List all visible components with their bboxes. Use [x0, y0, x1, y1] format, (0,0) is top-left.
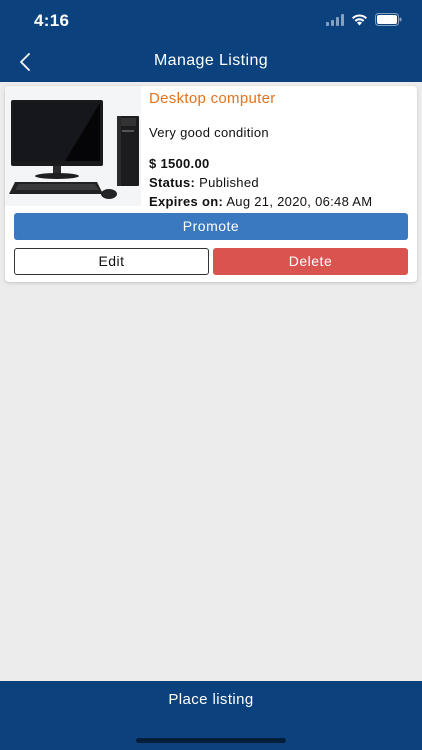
- place-listing-button[interactable]: Place listing: [0, 681, 422, 721]
- home-indicator: [136, 738, 286, 743]
- listing-price: $ 1500.00: [149, 156, 210, 171]
- listing-card: Desktop computer Very good condition $ 1…: [5, 86, 417, 282]
- listing-description: Very good condition: [149, 125, 269, 140]
- status-icons: [326, 13, 402, 26]
- status-label: Status:: [149, 175, 196, 190]
- listing-title[interactable]: Desktop computer: [149, 90, 411, 107]
- delete-button[interactable]: Delete: [213, 248, 408, 275]
- status-time: 4:16: [34, 11, 70, 30]
- wifi-icon: [352, 13, 367, 25]
- listing-info: Desktop computer Very good condition $ 1…: [149, 90, 411, 209]
- listing-image[interactable]: [5, 86, 141, 206]
- page-title: Manage Listing: [153, 52, 269, 69]
- bottom-bar: Place listing: [0, 681, 422, 750]
- desktop-computer-image: [5, 86, 141, 206]
- status-bar: 4:16: [0, 0, 422, 40]
- expires-value: Aug 21, 2020, 06:48 AM: [226, 194, 373, 209]
- listing-expiry: Expires on: Aug 21, 2020, 06:48 AM: [149, 194, 372, 209]
- signal-icon: [326, 13, 344, 26]
- top-bar: 4:16 Manage Listing: [0, 0, 422, 82]
- expires-label: Expires on:: [149, 194, 224, 209]
- status-value: Published: [199, 175, 259, 190]
- promote-button[interactable]: Promote: [14, 213, 408, 240]
- battery-icon: [375, 13, 402, 26]
- edit-button[interactable]: Edit: [14, 248, 209, 275]
- listing-status: Status: Published: [149, 175, 259, 190]
